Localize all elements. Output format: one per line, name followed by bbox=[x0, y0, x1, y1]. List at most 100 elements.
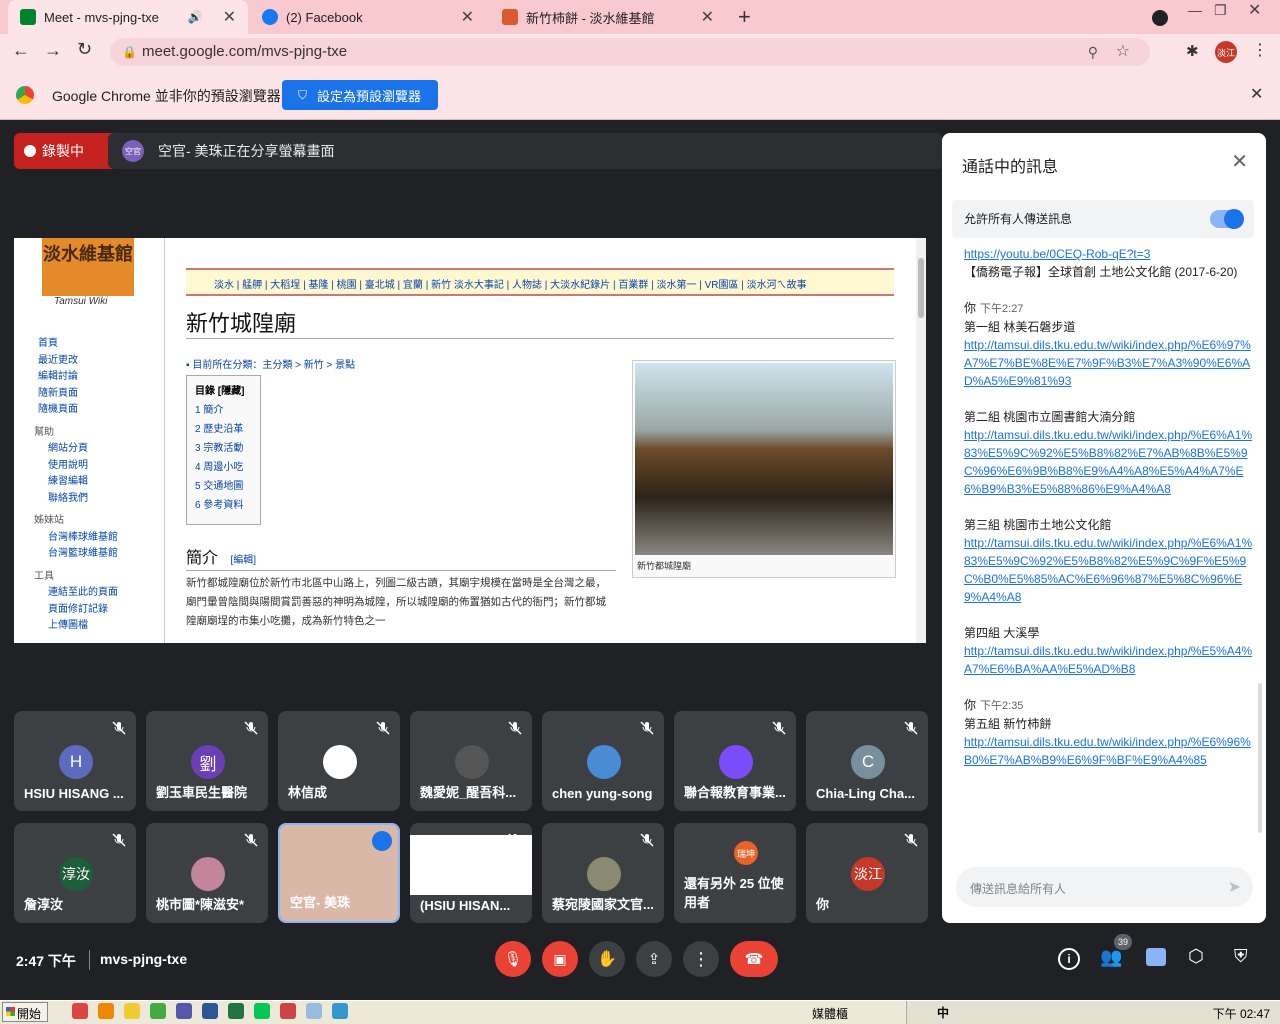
zoom-icon[interactable]: ⚲ bbox=[1088, 38, 1098, 66]
menu-icon[interactable]: ⋮ bbox=[1252, 40, 1268, 60]
camera-off-button[interactable]: ▣ bbox=[542, 941, 578, 977]
wiki-nav-links[interactable]: 淡水 | 艋舺 | 大稻埕 | 基隆 | 桃園 | 臺北城 | 宜蘭 | 新竹 … bbox=[186, 268, 894, 296]
infobar-close-icon[interactable]: ✕ bbox=[1250, 84, 1263, 104]
message-link[interactable]: http://tamsui.dils.tku.edu.tw/wiki/index… bbox=[964, 733, 1254, 769]
toc-item[interactable]: 6 參考資料 bbox=[195, 496, 252, 515]
participant-tile[interactable]: 瑞坤 還有另外 25 位使用者 bbox=[674, 823, 796, 923]
participant-tile[interactable]: H HSIU HISANG ... bbox=[14, 711, 136, 811]
message-link[interactable]: http://tamsui.dils.tku.edu.tw/wiki/index… bbox=[964, 336, 1254, 390]
reload-icon[interactable]: ↻ bbox=[77, 39, 92, 60]
window-close-icon[interactable]: ✕ bbox=[1248, 0, 1261, 20]
chat-scrollbar[interactable] bbox=[1258, 683, 1262, 833]
line-icon[interactable] bbox=[254, 1003, 270, 1019]
toc-item[interactable]: 5 交通地圖 bbox=[195, 477, 252, 496]
ie-icon[interactable] bbox=[332, 1003, 348, 1019]
people-icon[interactable]: 👥 bbox=[1100, 947, 1122, 968]
host-controls-icon[interactable]: ⛨ bbox=[1234, 946, 1248, 967]
tab-search-icon[interactable] bbox=[1152, 10, 1168, 26]
profile-avatar[interactable]: 淡江 bbox=[1215, 41, 1237, 63]
speaker-icon[interactable]: 🔊 bbox=[188, 10, 203, 24]
close-icon[interactable]: ✕ bbox=[701, 7, 714, 27]
message-link[interactable]: http://tamsui.dils.tku.edu.tw/wiki/index… bbox=[964, 426, 1254, 498]
close-chat-icon[interactable]: ✕ bbox=[1231, 149, 1248, 174]
minimize-icon[interactable]: — bbox=[1188, 2, 1202, 18]
participant-tile[interactable]: 魏愛妮_醒吾科... bbox=[410, 711, 532, 811]
participant-tile[interactable]: C Chia-Ling Cha... bbox=[806, 711, 928, 811]
leave-call-button[interactable]: ☎ bbox=[730, 941, 778, 977]
media-player-icon[interactable] bbox=[98, 1003, 114, 1019]
mic-off-button[interactable]: 🎙 bbox=[495, 941, 531, 977]
participant-tile[interactable]: 桃市圖*陳滋安* bbox=[146, 823, 268, 923]
temple-photo[interactable] bbox=[635, 363, 893, 555]
sidebar-link[interactable]: 練習編輯 bbox=[34, 474, 154, 491]
sidebar-link[interactable]: 頁面修訂記錄 bbox=[34, 602, 154, 619]
recording-indicator[interactable]: 錄製中 bbox=[14, 133, 120, 169]
present-button[interactable]: ⇪ bbox=[636, 941, 672, 977]
extensions-icon[interactable]: ✱ bbox=[1186, 42, 1199, 60]
sidebar-link[interactable]: 隨機頁面 bbox=[34, 402, 154, 419]
sidebar-link[interactable]: 台灣棒球維基館 bbox=[34, 530, 154, 547]
activities-icon[interactable]: ⬡ bbox=[1188, 946, 1204, 967]
participant-tile[interactable]: 聯合報教育事業... bbox=[674, 711, 796, 811]
tab-facebook[interactable]: (2) Facebook ✕ bbox=[250, 0, 486, 34]
sidebar-link[interactable]: 連結至此的頁面 bbox=[34, 585, 154, 602]
chat-icon[interactable] bbox=[1146, 948, 1166, 966]
address-bar[interactable]: 🔒 meet.google.com/mvs-pjng-txe ☆ ⚲ bbox=[110, 38, 1150, 66]
participant-tile[interactable]: 淳汝 詹淳汝 bbox=[14, 823, 136, 923]
toc-title[interactable]: 目錄 [隱藏] bbox=[195, 382, 252, 401]
set-default-button[interactable]: ⛉ 設定為預設瀏覽器 bbox=[282, 80, 438, 110]
close-icon[interactable]: ✕ bbox=[461, 7, 474, 27]
scrollbar-thumb[interactable] bbox=[918, 258, 924, 318]
participant-tile[interactable]: (HSIU HISAN... bbox=[410, 823, 532, 923]
sidebar-link[interactable]: 台灣籃球維基館 bbox=[34, 546, 154, 563]
message-link[interactable]: http://tamsui.dils.tku.edu.tw/wiki/index… bbox=[964, 534, 1254, 606]
toc-item[interactable]: 2 歷史沿革 bbox=[195, 420, 252, 439]
participant-tile[interactable]: 空官- 美珠 bbox=[278, 823, 400, 923]
message-link[interactable]: https://youtu.be/0CEQ-Rob-qE?t=3 bbox=[964, 245, 1254, 263]
back-icon[interactable]: ← bbox=[12, 40, 30, 61]
sidebar-link[interactable]: 上傳圖檔 bbox=[34, 618, 154, 635]
info-icon[interactable]: i bbox=[1058, 948, 1080, 970]
section-edit-link[interactable]: [編輯] bbox=[230, 555, 256, 566]
word-icon[interactable] bbox=[202, 1003, 218, 1019]
restore-icon[interactable]: ❐ bbox=[1214, 2, 1227, 19]
chrome-icon[interactable] bbox=[150, 1003, 166, 1019]
tab-meet[interactable]: Meet - mvs-pjng-txe 🔊 ✕ bbox=[8, 0, 248, 34]
folder-icon[interactable] bbox=[124, 1003, 140, 1019]
teams-icon[interactable] bbox=[176, 1003, 192, 1019]
sidebar-link[interactable]: 首頁 bbox=[34, 336, 154, 353]
forward-icon[interactable]: → bbox=[44, 40, 62, 61]
participant-tile[interactable]: 淡江你 bbox=[806, 823, 928, 923]
notepad-icon[interactable] bbox=[306, 1003, 322, 1019]
shared-scrollbar[interactable] bbox=[916, 238, 926, 643]
raise-hand-button[interactable]: ✋ bbox=[589, 941, 625, 977]
start-button[interactable]: 開始 bbox=[2, 1002, 48, 1022]
chat-input[interactable]: 傳送訊息給所有人 ➤ bbox=[956, 867, 1253, 907]
participant-tile[interactable]: 劉劉玉車民生醫院 bbox=[146, 711, 268, 811]
wiki-breadcrumb[interactable]: ▪ 目前所在分類：主分類 > 新竹 > 景點 bbox=[186, 356, 355, 371]
sidebar-link[interactable]: 使用說明 bbox=[34, 458, 154, 475]
participant-tile[interactable]: 蔡宛陵國家文官... bbox=[542, 823, 664, 923]
itunes-icon[interactable] bbox=[72, 1003, 88, 1019]
sidebar-link[interactable]: 編輯討論 bbox=[34, 369, 154, 386]
more-options-button[interactable]: ⋮ bbox=[683, 941, 719, 977]
ime-label[interactable]: 媒體櫃 bbox=[812, 1005, 848, 1022]
ime-chinese-indicator[interactable]: 中 bbox=[937, 1004, 949, 1021]
close-icon[interactable]: ✕ bbox=[223, 7, 236, 27]
participant-tile[interactable]: 林信成 bbox=[278, 711, 400, 811]
excel-icon[interactable] bbox=[228, 1003, 244, 1019]
bookmark-star-icon[interactable]: ☆ bbox=[1116, 38, 1130, 66]
sidebar-link[interactable]: 聯絡我們 bbox=[34, 491, 154, 508]
tab-wiki[interactable]: 新竹柿餅 - 淡水維基館 ✕ bbox=[490, 0, 726, 34]
toc-item[interactable]: 4 周邊小吃 bbox=[195, 458, 252, 477]
send-icon[interactable]: ➤ bbox=[1228, 877, 1241, 897]
message-link[interactable]: http://tamsui.dils.tku.edu.tw/wiki/index… bbox=[964, 642, 1254, 678]
toc-item[interactable]: 3 宗教活動 bbox=[195, 439, 252, 458]
sidebar-link[interactable]: 最近更改 bbox=[34, 353, 154, 370]
new-tab-icon[interactable]: + bbox=[738, 4, 751, 30]
allow-messages-toggle[interactable] bbox=[1210, 209, 1244, 229]
toc-item[interactable]: 1 簡介 bbox=[195, 401, 252, 420]
participant-tile[interactable]: chen yung-song bbox=[542, 711, 664, 811]
chrome-active-icon[interactable] bbox=[280, 1003, 296, 1019]
sidebar-link[interactable]: 網站分頁 bbox=[34, 441, 154, 458]
